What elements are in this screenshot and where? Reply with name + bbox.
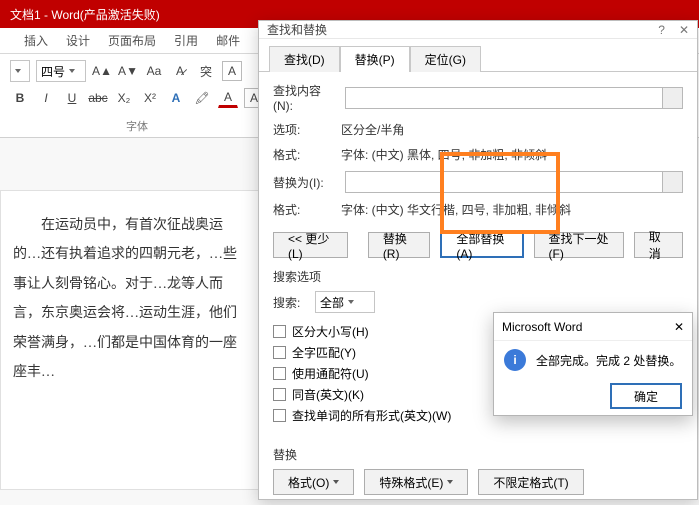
format-button[interactable]: 格式(O) <box>273 469 354 495</box>
msgbox-text: 全部完成。完成 2 处替换。 <box>536 352 681 369</box>
grow-font-icon[interactable]: A▲ <box>92 61 112 81</box>
close-icon[interactable]: ✕ <box>679 23 689 37</box>
search-scope-value: 全部 <box>320 294 344 311</box>
match-case-checkbox[interactable]: 区分大小写(H) <box>273 323 451 340</box>
info-icon: i <box>504 349 526 371</box>
options-value: 区分全/半角 <box>341 121 404 138</box>
whole-word-checkbox[interactable]: 全字匹配(Y) <box>273 344 451 361</box>
search-options-heading: 搜索选项 <box>273 268 683 285</box>
change-case-icon[interactable]: Aa <box>144 61 164 81</box>
tab-find[interactable]: 查找(D) <box>269 46 340 72</box>
format-label-2: 格式: <box>273 201 337 218</box>
italic-icon[interactable]: I <box>36 88 56 108</box>
font-section-label: 字体 <box>10 118 264 134</box>
underline-icon[interactable]: U <box>62 88 82 108</box>
special-button[interactable]: 特殊格式(E) <box>364 469 468 495</box>
app-title: 文档1 - Word(产品激活失败) <box>10 6 160 23</box>
tab-replace[interactable]: 替换(P) <box>340 46 410 72</box>
tab-references[interactable]: 引用 <box>174 32 198 53</box>
replace-with-field[interactable] <box>345 171 683 193</box>
help-icon[interactable]: ? <box>658 23 665 37</box>
font-size-value: 四号 <box>41 63 65 80</box>
dialog-title: 查找和替换 <box>267 21 327 38</box>
word-forms-label: 查找单词的所有形式(英文)(W) <box>292 407 451 424</box>
sounds-like-label: 同音(英文)(K) <box>292 386 364 403</box>
format-button-label: 格式(O) <box>288 474 329 491</box>
whole-word-label: 全字匹配(Y) <box>292 344 356 361</box>
word-forms-checkbox[interactable]: 查找单词的所有形式(英文)(W) <box>273 407 451 424</box>
no-formatting-button[interactable]: 不限定格式(T) <box>478 469 583 495</box>
msgbox-ok-button[interactable]: 确定 <box>610 383 682 409</box>
search-scope-select[interactable]: 全部 <box>315 291 375 313</box>
document-area[interactable]: 在运动员中，有首次征战奥运的…还有执着追求的四朝元老，…些事让人刻骨铭心。对于…… <box>0 190 260 490</box>
format-label: 格式: <box>273 146 337 163</box>
find-next-button[interactable]: 查找下一处(F) <box>534 232 624 258</box>
replace-button[interactable]: 替换(R) <box>368 232 431 258</box>
wildcards-label: 使用通配符(U) <box>292 365 369 382</box>
tab-layout[interactable]: 页面布局 <box>108 32 156 53</box>
tab-design[interactable]: 设计 <box>66 32 90 53</box>
cancel-button[interactable]: 取消 <box>634 232 683 258</box>
strike-icon[interactable]: abc <box>88 88 108 108</box>
match-case-label: 区分大小写(H) <box>292 323 369 340</box>
find-what-label: 查找内容(N): <box>273 82 337 113</box>
msgbox-title: Microsoft Word <box>502 320 582 334</box>
font-color-icon[interactable]: A <box>218 88 238 108</box>
font-size-select[interactable]: 四号 <box>36 60 86 82</box>
find-replace-dialog: 查找和替换 ? ✕ 查找(D) 替换(P) 定位(G) 查找内容(N): 选项:… <box>258 20 698 500</box>
tab-goto[interactable]: 定位(G) <box>410 46 481 72</box>
special-button-label: 特殊格式(E) <box>379 474 443 491</box>
clear-fmt-icon[interactable]: A̷ <box>170 61 190 81</box>
options-label: 选项: <box>273 121 337 138</box>
message-box: Microsoft Word ✕ i 全部完成。完成 2 处替换。 确定 <box>493 312 693 416</box>
phonetic-icon[interactable]: 突 <box>196 61 216 81</box>
wildcards-checkbox[interactable]: 使用通配符(U) <box>273 365 451 382</box>
format-replace-value: 字体: (中文) 华文行楷, 四号, 非加粗, 非倾斜 <box>341 201 571 218</box>
sounds-like-checkbox[interactable]: 同音(英文)(K) <box>273 386 451 403</box>
tab-mailings[interactable]: 邮件 <box>216 32 240 53</box>
format-find-value: 字体: (中文) 黑体, 四号, 非加粗, 非倾斜 <box>341 146 547 163</box>
replace-with-label: 替换为(I): <box>273 174 337 191</box>
find-what-field[interactable] <box>345 87 683 109</box>
superscript-icon[interactable]: X² <box>140 88 160 108</box>
replace-section-heading: 替换 <box>273 446 683 463</box>
document-text: 在运动员中，有首次征战奥运的…还有执着追求的四朝元老，…些事让人刻骨铭心。对于…… <box>13 211 247 387</box>
char-border-icon[interactable]: A <box>222 61 242 81</box>
replace-dropdown-icon[interactable] <box>662 172 682 192</box>
shrink-font-icon[interactable]: A▼ <box>118 61 138 81</box>
tab-insert[interactable]: 插入 <box>24 32 48 53</box>
font-select[interactable] <box>10 60 30 82</box>
msgbox-close-icon[interactable]: ✕ <box>674 320 684 334</box>
replace-all-button[interactable]: 全部替换(A) <box>440 232 523 258</box>
less-button[interactable]: << 更少(L) <box>273 232 348 258</box>
bold-icon[interactable]: B <box>10 88 30 108</box>
find-dropdown-icon[interactable] <box>662 88 682 108</box>
search-scope-label: 搜索: <box>273 294 307 311</box>
text-effects-icon[interactable]: A <box>166 88 186 108</box>
subscript-icon[interactable]: X₂ <box>114 88 134 108</box>
highlight-icon[interactable]: 🖍 <box>192 88 212 108</box>
